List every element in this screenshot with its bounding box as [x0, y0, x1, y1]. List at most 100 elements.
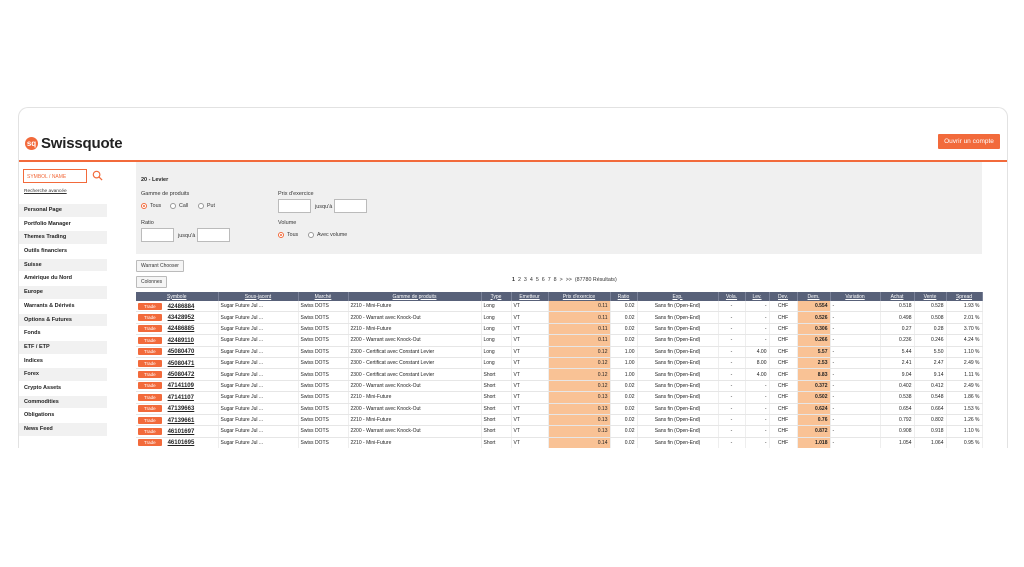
symbol-link[interactable]: 47139663 — [168, 406, 195, 412]
sidebar-item[interactable]: Options & Futures — [19, 313, 107, 328]
page-link[interactable]: 5 — [536, 277, 539, 283]
symbol-link[interactable]: 45080472 — [168, 372, 195, 378]
ratio-max-input[interactable] — [197, 228, 230, 242]
symbol-link[interactable]: 47139661 — [168, 418, 195, 424]
page-link[interactable]: 6 — [542, 277, 545, 283]
symbol-link[interactable]: 46101697 — [168, 429, 195, 435]
page-link[interactable]: 1 — [512, 277, 515, 283]
trade-button[interactable]: Trade — [138, 371, 162, 379]
advanced-search-link[interactable]: Recherche avancée — [24, 189, 67, 194]
column-header[interactable]: Symbole — [136, 292, 219, 301]
gamme-radio-tous[interactable]: Tous — [141, 203, 161, 209]
symbol-link[interactable]: 42486885 — [168, 326, 195, 332]
gamme-radio-put[interactable]: Put — [198, 203, 215, 209]
column-header[interactable]: Emetteur — [511, 292, 549, 301]
trade-button[interactable]: Trade — [138, 427, 162, 435]
column-header[interactable]: Vola. — [718, 292, 746, 301]
table-row[interactable]: Trade 47141109 Sugar Future Jul ... Swiss D… — [136, 380, 983, 393]
page-link[interactable]: >> — [566, 277, 572, 283]
trade-button[interactable]: Trade — [138, 382, 162, 390]
table-row[interactable]: Trade 47141107 Sugar Future Jul ... Swiss D… — [136, 391, 983, 404]
symbol-link[interactable]: 45080471 — [168, 361, 195, 367]
table-row[interactable]: Trade 45080472 Sugar Future Jul ... Swiss D… — [136, 368, 983, 381]
table-row[interactable]: Trade 46101697 Sugar Future Jul ... Swiss D… — [136, 425, 983, 438]
sidebar-item[interactable]: Europe — [19, 286, 107, 300]
table-row[interactable]: Trade 42489110 Sugar Future Jul ... Swiss D… — [136, 334, 983, 347]
prix-max-input[interactable] — [334, 199, 367, 213]
symbol-link[interactable]: 47141109 — [168, 383, 194, 389]
table-row[interactable]: Trade 47139661 Sugar Future Jul ... Swiss D… — [136, 414, 983, 427]
trade-button[interactable]: Trade — [138, 314, 162, 322]
table-row[interactable]: Trade 42486885 Sugar Future Jul ... Swiss D… — [136, 323, 983, 336]
symbol-link[interactable]: 45080470 — [168, 349, 195, 355]
column-header[interactable]: Type — [481, 292, 512, 301]
column-header[interactable]: Dev. — [769, 292, 798, 301]
trade-button[interactable]: Trade — [138, 393, 162, 401]
trade-button[interactable]: Trade — [138, 325, 162, 333]
volume-radio-avec[interactable]: Avec volume — [308, 232, 347, 238]
swissquote-logo[interactable]: sq Swissquote — [25, 134, 123, 152]
page-link[interactable]: 3 — [524, 277, 527, 283]
radio-label: Put — [207, 203, 215, 209]
column-header[interactable]: Variation — [830, 292, 881, 301]
symbol-link[interactable]: 46101695 — [168, 440, 195, 446]
symbol-link[interactable]: 43428952 — [168, 315, 195, 321]
page-link[interactable]: 2 — [518, 277, 521, 283]
sidebar-item[interactable]: ETF / ETP — [19, 340, 107, 355]
ratio-min-input[interactable] — [141, 228, 174, 242]
column-header[interactable]: Marché — [298, 292, 349, 301]
sidebar-item[interactable]: Obligations — [19, 409, 107, 423]
prix-min-input[interactable] — [278, 199, 311, 213]
sidebar-item[interactable]: Outils financiers — [19, 245, 107, 259]
table-row[interactable]: Trade 45080471 Sugar Future Jul ... Swiss D… — [136, 357, 983, 370]
column-header[interactable]: Sous-jacent — [218, 292, 299, 301]
symbol-link[interactable]: 42486884 — [168, 304, 195, 310]
trade-button[interactable]: Trade — [138, 405, 162, 413]
sidebar-item[interactable]: Personal Page — [19, 204, 107, 218]
colonnes-button[interactable]: Colonnes — [136, 276, 168, 288]
trade-button[interactable]: Trade — [138, 439, 162, 447]
sidebar-item[interactable]: Suisse — [19, 258, 107, 273]
table-row[interactable]: Trade 45080470 Sugar Future Jul ... Swiss D… — [136, 346, 983, 358]
page-link[interactable]: 8 — [554, 277, 557, 283]
gamme-radio-call[interactable]: Call — [170, 203, 188, 209]
search-icon[interactable] — [92, 170, 103, 181]
sidebar-item[interactable]: Commodities — [19, 395, 107, 410]
table-row[interactable]: Trade 47139663 Sugar Future Jul ... Swiss D… — [136, 403, 983, 415]
column-header[interactable]: Lev. — [745, 292, 770, 301]
column-header[interactable]: Achat — [880, 292, 915, 301]
column-header[interactable]: Spread — [946, 292, 983, 301]
page-link[interactable]: 4 — [530, 277, 533, 283]
warrant-chooser-button[interactable]: Warrant Chooser — [136, 260, 184, 272]
trade-button[interactable]: Trade — [138, 336, 162, 344]
page-link[interactable]: 7 — [548, 277, 551, 283]
sidebar-item[interactable]: Warrants & Dérivés — [19, 299, 107, 314]
sidebar-item[interactable]: Amérique du Nord — [19, 272, 107, 287]
volume-radio-tous[interactable]: Tous — [278, 232, 298, 238]
trade-button[interactable]: Trade — [138, 359, 162, 367]
sidebar-item[interactable]: Forex — [19, 368, 107, 382]
trade-button[interactable]: Trade — [138, 416, 162, 424]
page-link[interactable]: > — [560, 277, 563, 283]
sidebar-item[interactable]: Crypto Assets — [19, 381, 107, 396]
trade-button[interactable]: Trade — [138, 302, 162, 310]
column-header[interactable]: Prix d'exercice — [548, 292, 611, 301]
table-row[interactable]: Trade 42486884 Sugar Future Jul ... Swiss D… — [136, 301, 983, 313]
search-input[interactable]: SYMBOL / NAME — [23, 169, 87, 183]
sidebar-item[interactable]: Fonds — [19, 327, 107, 341]
symbol-link[interactable]: 47141107 — [168, 395, 194, 401]
column-header[interactable]: Dem. — [797, 292, 831, 301]
trade-button[interactable]: Trade — [138, 348, 162, 356]
symbol-link[interactable]: 42489110 — [168, 338, 194, 344]
column-header[interactable]: Ratio — [610, 292, 638, 301]
column-header[interactable]: Vente — [914, 292, 947, 301]
sidebar-item[interactable]: Indices — [19, 354, 107, 369]
table-row[interactable]: Trade 46101695 Sugar Future Jul ... Swiss D… — [136, 437, 983, 448]
sidebar-item[interactable]: News Feed — [19, 423, 107, 437]
table-row[interactable]: Trade 43428952 Sugar Future Jul ... Swiss D… — [136, 311, 983, 324]
open-account-button[interactable]: Ouvrir un compte — [938, 134, 1000, 149]
sidebar-item[interactable]: Portfolio Manager — [19, 217, 107, 232]
column-header[interactable]: Exp. — [637, 292, 719, 301]
sidebar-item[interactable]: Themes Trading — [19, 231, 107, 246]
column-header[interactable]: Gamme de produits — [348, 292, 482, 301]
